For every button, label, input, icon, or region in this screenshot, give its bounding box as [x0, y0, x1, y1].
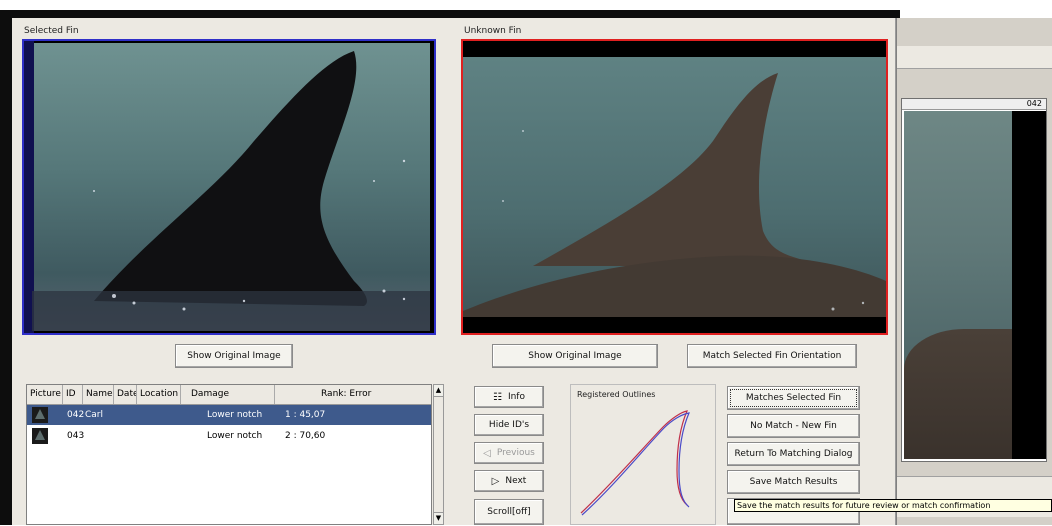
fin-thumbnail [32, 407, 48, 423]
selected-fin-photo [24, 41, 430, 333]
background-toolbar [897, 46, 1052, 69]
row-rank: 2 : 70,60 [285, 431, 326, 441]
matches-selected-fin-button[interactable]: Matches Selected Fin [727, 386, 860, 410]
background-black-margin [1012, 111, 1046, 459]
row-damage: Lower notch [207, 431, 263, 441]
unknown-fin-title: Unknown Fin [464, 26, 522, 36]
table-row[interactable]: 043 Lower notch 2 : 70,60 [27, 426, 431, 446]
previous-button[interactable]: ◁ Previous [474, 442, 544, 464]
scroll-up-arrow-icon[interactable]: ▲ [434, 385, 443, 397]
background-image-frame: 042 [901, 98, 1047, 462]
unknown-fin-image[interactable] [461, 39, 888, 335]
window-left-edge [0, 10, 12, 525]
selected-fin-title: Selected Fin [24, 26, 79, 36]
background-image-id: 042 [902, 99, 1046, 110]
save-match-results-button[interactable]: Save Match Results [727, 470, 860, 494]
selected-fin-image[interactable] [22, 39, 436, 335]
background-window: 042 [896, 18, 1052, 525]
previous-label: Previous [496, 448, 535, 458]
column-name[interactable]: Name [83, 385, 114, 404]
column-id[interactable]: ID [63, 385, 83, 404]
scroll-toggle-button[interactable]: Scroll[off] [474, 499, 544, 525]
column-picture[interactable]: Picture [27, 385, 63, 404]
column-rank-error[interactable]: Rank: Error [275, 385, 433, 404]
row-damage: Lower notch [207, 410, 263, 420]
info-label: Info [507, 392, 525, 402]
row-id: 042 [67, 410, 85, 420]
background-dolphin [904, 329, 1012, 459]
no-match-new-fin-button[interactable]: No Match - New Fin [727, 414, 860, 438]
column-location[interactable]: Location [137, 385, 181, 404]
table-scrollbar[interactable]: ▲ ▼ [433, 384, 444, 525]
next-button[interactable]: ▷ Next [474, 470, 544, 492]
left-triangle-icon: ◁ [483, 447, 491, 459]
show-original-unknown-button[interactable]: Show Original Image [492, 344, 658, 368]
scroll-down-arrow-icon[interactable]: ▼ [434, 512, 443, 524]
table-row[interactable]: 042 Carl Lower notch 1 : 45,07 [27, 405, 431, 425]
info-icon: ☷ [492, 391, 502, 403]
window-top-edge [0, 10, 900, 18]
registered-outlines-plot [580, 410, 690, 516]
row-name: Carl [85, 410, 103, 420]
show-original-selected-button[interactable]: Show Original Image [175, 344, 293, 368]
right-triangle-icon: ▷ [491, 475, 500, 487]
info-button[interactable]: ☷ Info [474, 386, 544, 408]
column-damage[interactable]: Damage [181, 385, 275, 404]
unknown-fin-photo [463, 41, 886, 333]
fin-thumbnail [32, 428, 48, 444]
save-results-tooltip: Save the match results for future review… [734, 499, 1052, 512]
match-results-table[interactable]: Picture ID Name Date Location Damage Ran… [26, 384, 432, 525]
table-header: Picture ID Name Date Location Damage Ran… [27, 385, 431, 405]
hide-ids-button[interactable]: Hide ID's [474, 414, 544, 436]
column-date[interactable]: Date [114, 385, 137, 404]
row-rank: 1 : 45,07 [285, 410, 326, 420]
next-label: Next [505, 476, 527, 486]
registered-outlines-panel: Registered Outlines [570, 384, 716, 525]
row-id: 043 [67, 431, 85, 441]
match-orientation-button[interactable]: Match Selected Fin Orientation [687, 344, 857, 368]
return-to-matching-dialog-button[interactable]: Return To Matching Dialog [727, 442, 860, 466]
